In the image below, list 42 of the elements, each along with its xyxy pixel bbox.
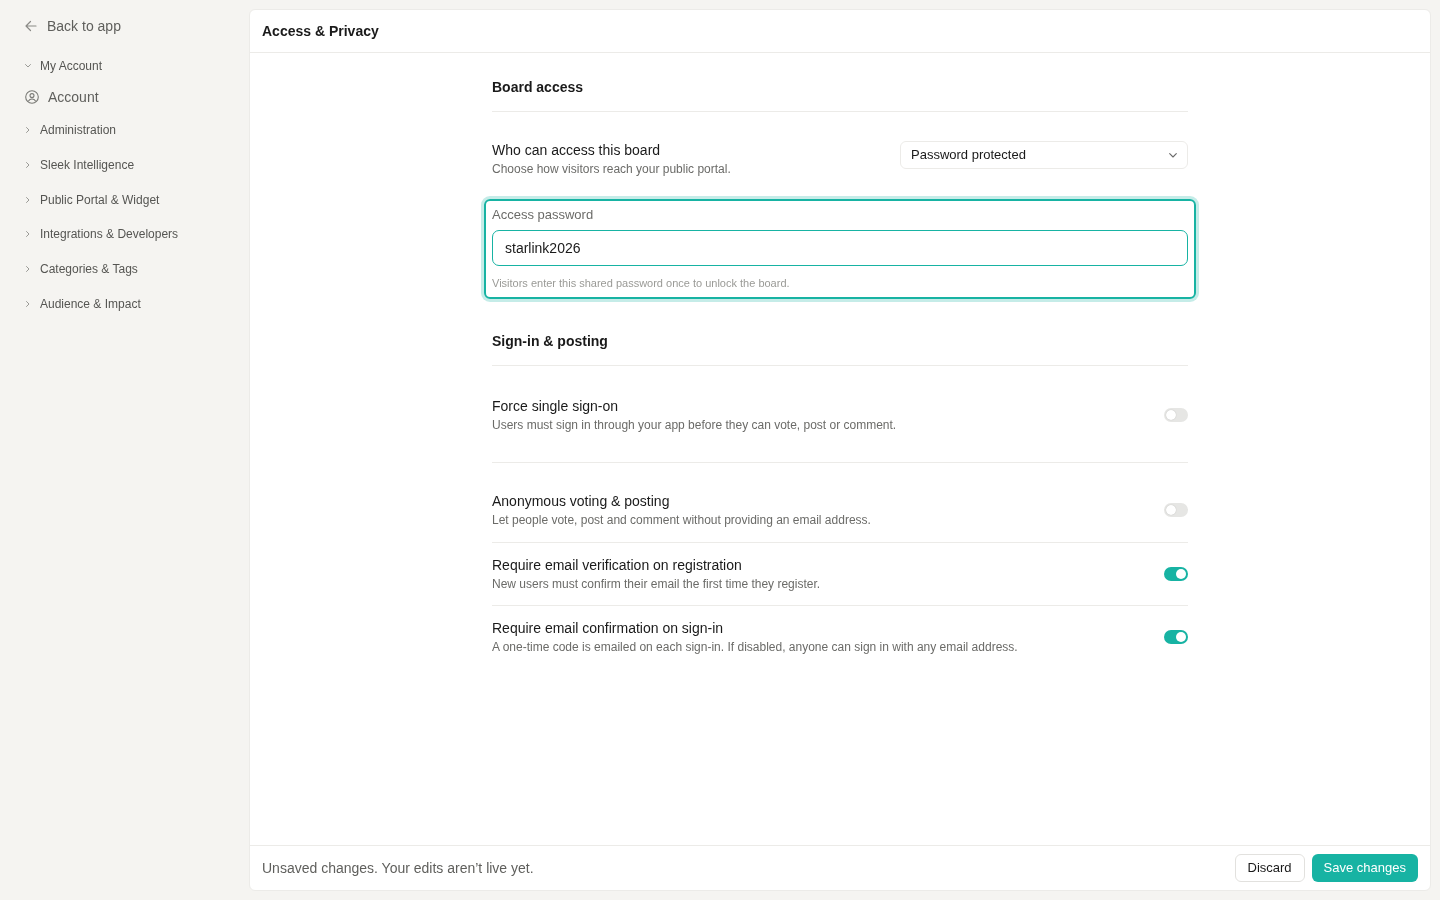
- section-heading: Sign-in & posting: [492, 332, 1188, 366]
- setting-description: Users must sign in through your app before they can vote, post or comment.: [492, 417, 897, 433]
- field-label: Access password: [492, 207, 595, 223]
- setting-title: Force single sign-on: [492, 397, 620, 415]
- sidebar-group[interactable]: Audience & Impact: [25, 286, 249, 322]
- chevron-right-icon: [26, 266, 30, 273]
- setting-title: Require email confirmation on sign-in: [492, 619, 725, 637]
- arrow-left-icon: [25, 20, 37, 32]
- toggle-switch[interactable]: [1164, 567, 1188, 581]
- sidebar-item[interactable]: Account: [25, 87, 249, 107]
- sidebar-group[interactable]: Categories & Tags: [25, 251, 249, 287]
- access-select[interactable]: Password protected: [900, 141, 1188, 169]
- sidebar-group[interactable]: Integrations & Developers: [25, 217, 249, 252]
- user-circle-icon: [25, 90, 39, 104]
- sidebar-group[interactable]: My Account: [25, 57, 249, 75]
- toggle-switch[interactable]: [1164, 630, 1188, 644]
- sidebar-group[interactable]: Administration: [25, 113, 249, 148]
- setting-title: Who can access this board: [492, 141, 662, 159]
- toggle-switch[interactable]: [1164, 503, 1188, 517]
- toggle-switch[interactable]: [1164, 408, 1188, 422]
- setting-description: A one-time code is emailed on each sign-in. If disabled, anyone can sign in with any email address.: [492, 639, 1018, 655]
- field-hint: Visitors enter this shared password once to unlock the board.: [492, 276, 791, 290]
- setting-description: Let people vote, post and comment without providing an email address.: [492, 512, 871, 528]
- chevron-right-icon: [26, 300, 30, 307]
- chevron-down-icon: [1169, 152, 1177, 158]
- section-heading: Board access: [492, 78, 1188, 112]
- chevron-right-icon: [26, 127, 30, 134]
- unsaved-message: Unsaved changes. Your edits aren’t live yet.: [262, 858, 534, 878]
- page-title: Access & Privacy: [262, 21, 379, 41]
- discard-button[interactable]: Discard: [1234, 854, 1305, 882]
- setting-description: New users must confirm their email the first time they register.: [492, 576, 821, 592]
- setting-title: Require email verification on registration: [492, 556, 743, 574]
- chevron-right-icon: [26, 196, 30, 203]
- chevron-right-icon: [26, 162, 30, 169]
- setting-title: Anonymous voting & posting: [492, 492, 671, 510]
- chevron-down-icon: [25, 64, 31, 68]
- chevron-right-icon: [26, 231, 30, 238]
- back-link[interactable]: Back to app: [25, 17, 249, 35]
- setting-description: Choose how visitors reach your public portal.: [492, 161, 731, 177]
- sidebar-group[interactable]: Public Portal & Widget: [25, 182, 249, 218]
- password-input[interactable]: starlink2026: [492, 230, 1188, 266]
- sidebar-group[interactable]: Sleek Intelligence: [25, 147, 249, 183]
